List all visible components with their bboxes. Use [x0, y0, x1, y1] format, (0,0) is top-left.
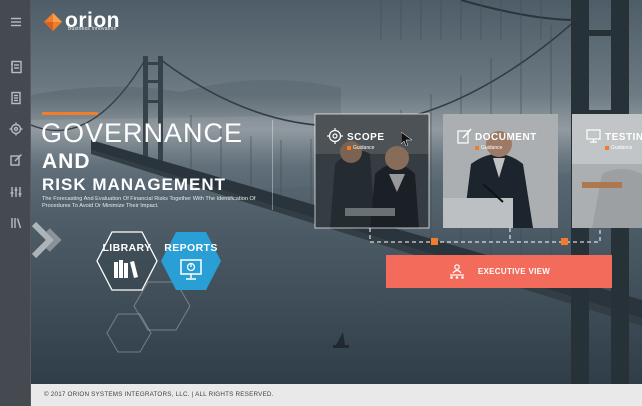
executive-view-label: EXECUTIVE VIEW [477, 267, 551, 276]
target-icon[interactable] [7, 120, 24, 137]
books-icon [113, 259, 141, 284]
sliders-icon[interactable] [7, 183, 24, 200]
accent-bar [42, 112, 98, 115]
org-chart-icon [448, 263, 466, 280]
copyright-text: © 2017 ORION SYSTEMS INTEGRATORS, LLC. |… [44, 391, 274, 398]
hero-title-line2: AND [42, 150, 91, 173]
document-list-icon[interactable] [7, 89, 24, 106]
library-icon[interactable] [7, 214, 24, 231]
hero-title-line1: GOVERNANCE [41, 118, 244, 148]
library-button[interactable]: LIBRARY [94, 228, 160, 294]
orion-logo-mark-icon [44, 13, 62, 31]
edit-icon[interactable] [7, 151, 24, 168]
reports-label: REPORTS [164, 242, 218, 254]
sidebar [0, 0, 31, 406]
brand-tagline: Business Innovation [68, 26, 117, 32]
notebook-icon[interactable] [7, 58, 24, 75]
divider [272, 120, 273, 210]
connector-lines [314, 113, 601, 245]
footer: © 2017 ORION SYSTEMS INTEGRATORS, LLC. |… [31, 384, 642, 406]
hero-description: The Forecasting And Evaluation Of Financ… [42, 196, 256, 209]
chevron-right-icon [31, 221, 68, 263]
library-label: LIBRARY [102, 242, 152, 254]
report-monitor-icon [179, 259, 203, 286]
executive-view-button[interactable]: EXECUTIVE VIEW [386, 255, 612, 288]
hero-title-line3: RISK MANAGEMENT [42, 175, 227, 194]
menu-icon[interactable] [7, 13, 24, 30]
reports-button[interactable]: REPORTS [158, 228, 224, 294]
